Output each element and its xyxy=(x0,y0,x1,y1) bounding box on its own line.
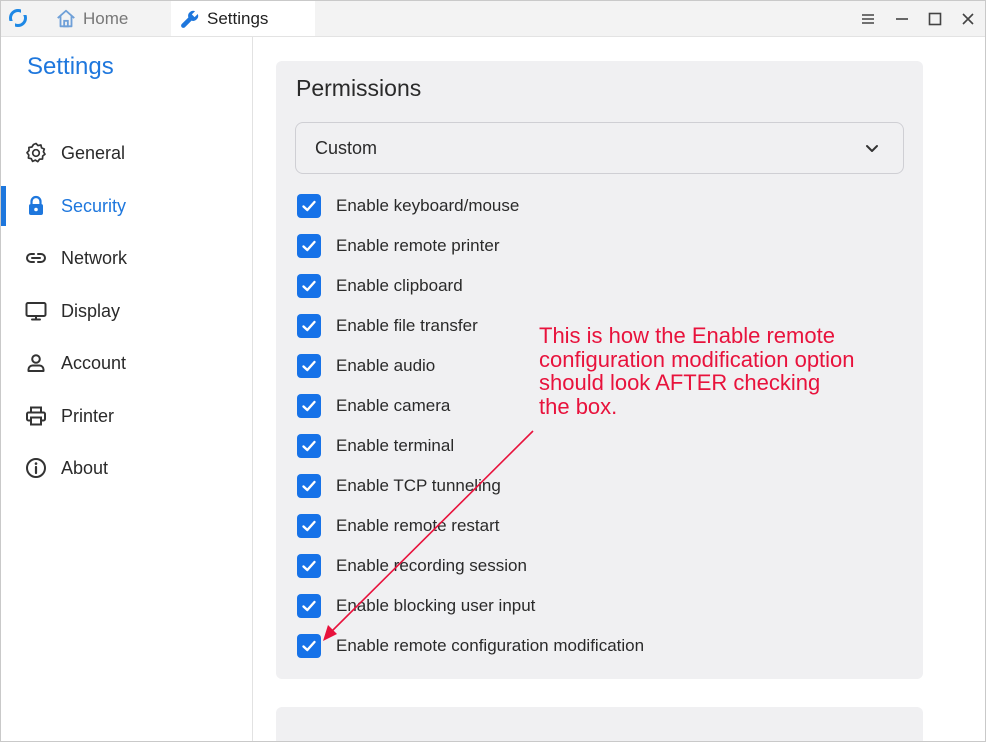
sidebar-item-general[interactable]: General xyxy=(1,133,252,173)
sidebar-item-about[interactable]: About xyxy=(1,448,252,488)
lock-icon xyxy=(29,195,43,215)
printer-icon xyxy=(26,406,46,426)
checkmark-icon xyxy=(302,600,316,612)
checkbox[interactable] xyxy=(297,274,321,298)
app-window: Home Settings Settings General Security … xyxy=(0,0,986,742)
checkbox-label: Enable terminal xyxy=(336,436,455,455)
checkbox[interactable] xyxy=(297,434,321,458)
sidebar-title: Settings xyxy=(27,53,114,80)
checkbox-label: Enable keyboard/mouse xyxy=(336,196,520,215)
checkmark-icon xyxy=(302,480,316,492)
title-bar: Home Settings xyxy=(1,1,985,37)
checkbox-label: Enable recording session xyxy=(336,556,527,575)
permission-option[interactable]: Enable remote restart xyxy=(297,513,499,539)
permissions-title: Permissions xyxy=(296,75,422,101)
checkbox[interactable] xyxy=(297,314,321,338)
tab-settings[interactable]: Settings xyxy=(171,1,315,36)
dropdown-value: Custom xyxy=(315,138,378,158)
sidebar-item-account[interactable]: Account xyxy=(1,343,252,383)
sidebar-item-label: Account xyxy=(61,352,127,373)
checkmark-icon xyxy=(302,400,316,412)
permission-option[interactable]: Enable TCP tunneling xyxy=(297,473,501,499)
checkmark-icon xyxy=(302,280,316,292)
checkbox-label: Enable blocking user input xyxy=(336,596,536,615)
checkmark-icon xyxy=(302,240,316,252)
permission-option[interactable]: Enable remote configuration modification xyxy=(297,633,644,659)
permission-option[interactable]: Enable blocking user input xyxy=(297,593,535,619)
sidebar-item-printer[interactable]: Printer xyxy=(1,396,252,436)
tab-home-label: Home xyxy=(83,8,129,28)
annotation-line: the box. xyxy=(539,393,618,419)
home-icon xyxy=(57,9,75,27)
sidebar-item-security[interactable]: Security xyxy=(1,186,252,226)
annotation-line: should look AFTER checking xyxy=(539,370,821,395)
minimize-icon[interactable] xyxy=(890,7,914,31)
annotation-line: This is how the Enable remote xyxy=(539,323,835,348)
checkbox-label: Enable clipboard xyxy=(336,276,463,295)
checkmark-icon xyxy=(302,200,316,212)
permission-option[interactable]: Enable remote printer xyxy=(297,233,499,259)
checkbox[interactable] xyxy=(297,234,321,258)
checkbox-label: Enable audio xyxy=(336,356,436,375)
sidebar-item-label: About xyxy=(61,457,109,478)
tab-home[interactable]: Home xyxy=(47,1,169,36)
checkbox-label: Enable remote printer xyxy=(336,236,500,255)
info-icon xyxy=(26,458,46,478)
sidebar: Settings General Security Network Displa… xyxy=(1,37,253,741)
checkbox[interactable] xyxy=(297,194,321,218)
checkmark-icon xyxy=(302,560,316,572)
permission-option[interactable]: Enable terminal xyxy=(297,433,454,459)
checkmark-icon xyxy=(302,320,316,332)
close-icon[interactable] xyxy=(956,7,980,31)
app-logo-icon xyxy=(9,9,27,27)
permission-option[interactable]: Enable recording session xyxy=(297,553,527,579)
checkbox[interactable] xyxy=(297,514,321,538)
permission-option[interactable]: Enable clipboard xyxy=(297,273,463,299)
chevron-down-icon xyxy=(866,145,878,152)
sidebar-item-label: Printer xyxy=(61,405,115,426)
wrench-icon xyxy=(181,10,199,28)
checkbox[interactable] xyxy=(297,354,321,378)
checkbox[interactable] xyxy=(297,554,321,578)
annotation-text: This is how the Enable remote configurat… xyxy=(539,324,899,418)
maximize-icon[interactable] xyxy=(923,7,947,31)
annotation-line: configuration modification option xyxy=(539,346,855,372)
permission-option[interactable]: Enable audio xyxy=(297,353,435,379)
sidebar-item-label: General xyxy=(61,142,126,163)
person-icon xyxy=(27,354,45,372)
checkbox-label: Enable file transfer xyxy=(336,316,478,335)
next-panel xyxy=(276,707,923,741)
gear-icon xyxy=(26,142,46,163)
permission-option[interactable]: Enable file transfer xyxy=(297,313,478,339)
permission-option[interactable]: Enable camera xyxy=(297,393,450,419)
monitor-icon xyxy=(25,302,47,321)
checkbox-label: Enable remote configuration modification xyxy=(336,636,645,655)
checkmark-icon xyxy=(302,360,316,372)
checkmark-icon xyxy=(302,640,316,652)
checkmark-icon xyxy=(302,520,316,532)
sidebar-item-display[interactable]: Display xyxy=(1,291,252,331)
permission-mode-dropdown[interactable]: Custom xyxy=(295,122,904,174)
checkbox[interactable] xyxy=(297,474,321,498)
tab-settings-label: Settings xyxy=(207,8,269,28)
sidebar-item-label: Security xyxy=(61,195,127,216)
link-icon xyxy=(26,253,46,263)
checkbox-label: Enable remote restart xyxy=(336,516,500,535)
checkbox[interactable] xyxy=(297,594,321,618)
checkbox-label: Enable TCP tunneling xyxy=(336,476,501,495)
sidebar-item-network[interactable]: Network xyxy=(1,238,252,278)
checkmark-icon xyxy=(302,440,316,452)
checkbox[interactable] xyxy=(297,634,321,658)
sidebar-item-label: Network xyxy=(61,247,128,268)
checkbox-label: Enable camera xyxy=(336,396,451,415)
menu-icon[interactable] xyxy=(856,7,880,31)
checkbox[interactable] xyxy=(297,394,321,418)
sidebar-item-label: Display xyxy=(61,300,121,321)
permission-option[interactable]: Enable keyboard/mouse xyxy=(297,193,519,219)
